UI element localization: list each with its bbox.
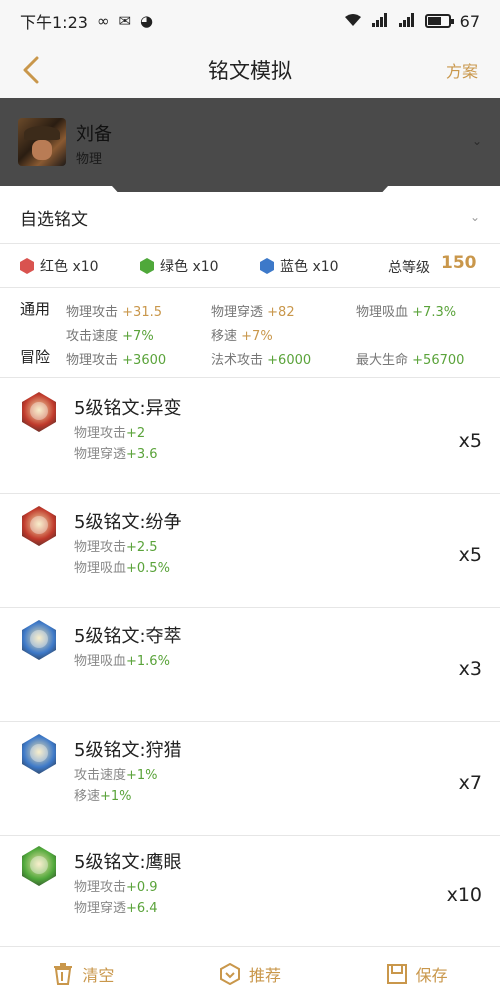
rune-item[interactable]: 5级铭文:狩猎 攻击速度+1% 移速+1% x7: [0, 722, 500, 836]
rune-name: 5级铭文:鹰眼: [74, 852, 182, 873]
rune-count: x5: [458, 544, 482, 566]
color-label: 蓝色 x10: [280, 259, 339, 275]
rune-count: x5: [458, 430, 482, 452]
custom-rune-selector[interactable]: 自选铭文 ⌄: [0, 192, 500, 244]
rune-count: x10: [446, 884, 482, 906]
rune-stat: 物理穿透+3.6: [74, 447, 158, 462]
battery-fill: [427, 17, 442, 25]
rune-count: x3: [458, 658, 482, 680]
rune-count: x7: [458, 772, 482, 794]
attr-adventure-0: 物理攻击 +3600: [66, 353, 167, 368]
recommend-button[interactable]: 推荐: [167, 947, 334, 1000]
page-title: 铭文模拟: [208, 59, 292, 83]
attr-general-0: 物理攻击 +31.5: [66, 305, 162, 320]
clear-button[interactable]: 清空: [0, 947, 167, 1000]
rune-name: 5级铭文:异变: [74, 398, 182, 419]
back-button[interactable]: [16, 52, 46, 88]
signal-2-icon: [398, 12, 416, 30]
hero-class: 物理: [76, 152, 103, 167]
total-level-label: 总等级: [388, 260, 430, 276]
attr-adventure-1: 法术攻击 +6000: [211, 353, 312, 368]
rune-stat: 物理吸血+1.6%: [74, 654, 170, 669]
hero-avatar: [18, 118, 66, 166]
adventure-label: 冒险: [20, 348, 51, 366]
battery-level: 67: [459, 11, 480, 31]
chevron-left-icon: [23, 56, 39, 84]
color-label: 红色 x10: [40, 259, 99, 275]
color-item-red: 红色 x10: [20, 256, 99, 276]
rune-stat: 物理穿透+6.4: [74, 901, 158, 916]
rune-shoulie-icon: [22, 734, 56, 774]
color-item-blue: 蓝色 x10: [260, 256, 339, 276]
signal-icon: [371, 12, 389, 30]
rune-name: 5级铭文:纷争: [74, 512, 182, 533]
recommend-label: 推荐: [249, 965, 282, 985]
color-item-green: 绿色 x10: [140, 256, 219, 276]
rune-item[interactable]: 5级铭文:鹰眼 物理攻击+0.9 物理穿透+6.4 x10: [0, 834, 500, 948]
rune-stat: 移速+1%: [74, 789, 132, 804]
status-bar: 下午1:23 ∞ ✉ ◕ 67: [0, 0, 500, 42]
save-label: 保存: [415, 965, 448, 985]
color-label: 绿色 x10: [160, 259, 219, 275]
rune-stat: 物理攻击+2.5: [74, 540, 158, 555]
rune-yibian-icon: [22, 392, 56, 432]
rune-stat: 物理攻击+2: [74, 426, 146, 441]
custom-rune-label: 自选铭文: [20, 210, 88, 230]
attr-general-1: 物理穿透 +82: [211, 305, 295, 320]
attribute-summary: 通用 冒险 物理攻击 +31.5 物理穿透 +82 物理吸血 +7.3% 攻击速…: [0, 288, 500, 378]
chevron-down-icon: ⌄: [469, 210, 480, 224]
rune-stat: 物理攻击+0.9: [74, 880, 158, 895]
attr-general-3: 攻击速度 +7%: [66, 329, 154, 344]
hero-selector[interactable]: 刘备 物理 ⌄: [0, 98, 500, 186]
red-hex-icon: [20, 258, 34, 274]
bottom-action-bar: 清空 推荐 保存: [0, 946, 500, 1000]
attr-adventure-2: 最大生命 +56700: [356, 353, 465, 368]
rune-name: 5级铭文:狩猎: [74, 740, 182, 761]
save-button[interactable]: 保存: [333, 947, 500, 1000]
clear-label: 清空: [82, 965, 115, 985]
chevron-down-icon: ⌄: [471, 134, 482, 148]
attr-general-4: 移速 +7%: [211, 329, 273, 344]
rune-yingyan-icon: [22, 846, 56, 886]
rune-stat: 攻击速度+1%: [74, 768, 158, 783]
rune-item[interactable]: 5级铭文:异变 物理攻击+2 物理穿透+3.6 x5: [0, 380, 500, 494]
battery-icon: [424, 14, 454, 28]
general-label: 通用: [20, 300, 51, 318]
shield-icon: [219, 962, 241, 985]
wifi-icon: [344, 13, 362, 30]
hero-name: 刘备: [76, 124, 112, 145]
trash-icon: [52, 962, 74, 985]
mail-icon: ✉: [118, 11, 132, 30]
status-left: 下午1:23 ∞ ✉ ◕: [20, 9, 153, 33]
app-notification-icon: ◕: [140, 11, 154, 30]
rune-item[interactable]: 5级铭文:纷争 物理攻击+2.5 物理吸血+0.5% x5: [0, 494, 500, 608]
plan-button[interactable]: 方案: [446, 58, 478, 82]
attr-general-2: 物理吸血 +7.3%: [356, 305, 457, 320]
rune-duocui-icon: [22, 620, 56, 660]
rune-fenzheng-icon: [22, 506, 56, 546]
green-hex-icon: [140, 258, 154, 274]
rune-name: 5级铭文:夺萃: [74, 626, 182, 647]
save-icon: [386, 963, 408, 985]
status-right: 67: [344, 12, 480, 31]
rune-stat: 物理吸血+0.5%: [74, 561, 170, 576]
status-time: 下午1:23: [20, 13, 88, 32]
rune-color-summary: 红色 x10 绿色 x10 蓝色 x10 总等级 150: [0, 244, 500, 288]
total-level-value: 150: [441, 253, 477, 273]
nav-bar: 铭文模拟 方案: [0, 42, 500, 98]
rune-item[interactable]: 5级铭文:夺萃 物理吸血+1.6% x3: [0, 608, 500, 722]
blue-hex-icon: [260, 258, 274, 274]
infinity-icon: ∞: [96, 11, 110, 30]
